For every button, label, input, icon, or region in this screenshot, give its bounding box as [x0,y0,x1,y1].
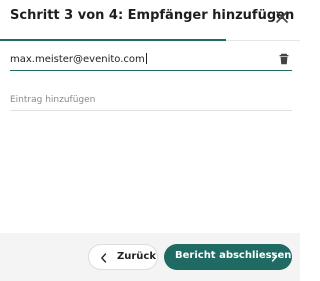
recipient-dialog: Schritt 3 von 4: Empfänger hinzufügen ma… [0,0,300,281]
close-icon [276,11,288,23]
add-entry-input[interactable] [10,90,292,110]
recipient-email-field[interactable]: max.meister@evenito.com [10,53,147,65]
recipient-entry[interactable]: max.meister@evenito.com [10,50,292,71]
finish-report-button[interactable]: Bericht abschliessen [164,244,292,270]
back-button[interactable]: Zurück [88,244,158,270]
delete-recipient-button[interactable] [278,53,290,65]
chevron-left-icon [101,253,107,263]
text-caret [145,53,147,64]
dialog-title: Schritt 3 von 4: Empfänger hinzufügen [10,8,295,23]
back-button-label: Zurück [117,251,156,262]
dialog-footer: Zurück Bericht abschliessen [0,233,300,281]
dialog-header: Schritt 3 von 4: Empfänger hinzufügen [0,0,300,41]
chevron-right-icon [271,252,277,262]
step-progress-bar [0,39,226,41]
trash-icon [279,53,289,65]
add-entry-row [10,90,292,111]
close-button[interactable] [274,9,290,25]
recipient-email-text: max.meister@evenito.com [10,54,145,65]
